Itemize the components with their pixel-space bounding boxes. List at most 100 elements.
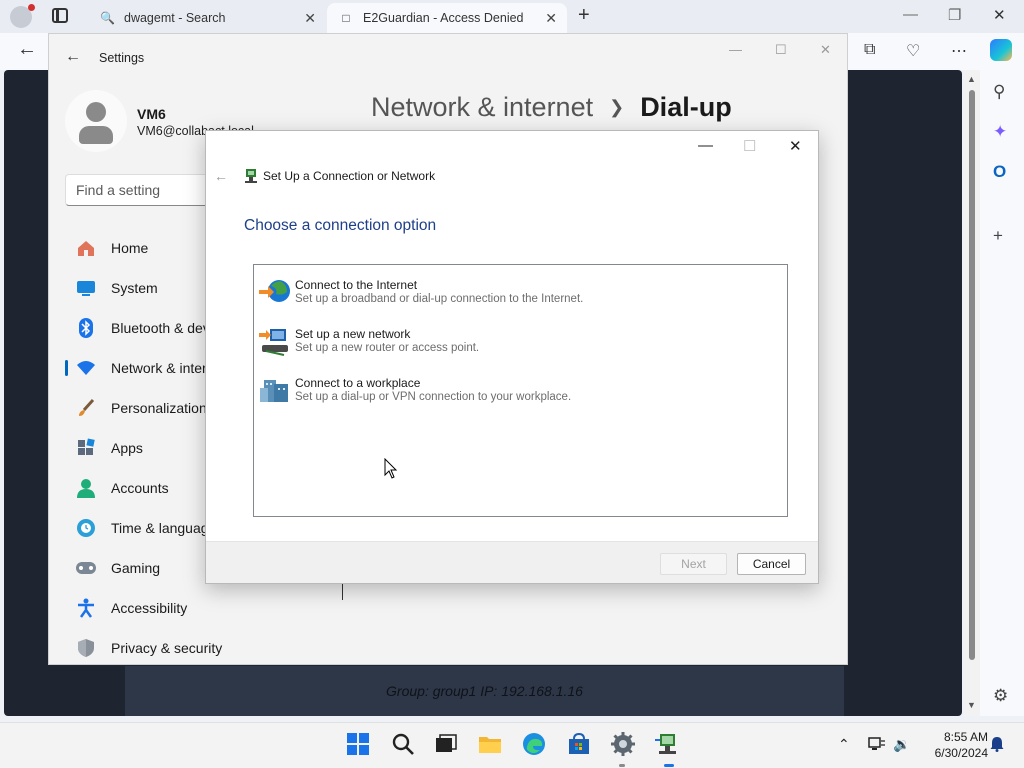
edge-icon[interactable] (521, 731, 547, 757)
option-connect-workplace[interactable]: Connect to a workplace Set up a dial-up … (258, 372, 778, 416)
page-scrollbar[interactable]: ▲ ▼ (964, 70, 980, 716)
option-description: Set up a dial-up or VPN connection to yo… (295, 391, 572, 403)
search-icon[interactable] (390, 731, 416, 757)
clock-date: 6/30/2024 (934, 746, 988, 760)
sidebar-item-label: Apps (111, 440, 143, 456)
tab-access-denied[interactable]: □ E2Guardian - Access Denied ✕ (327, 3, 567, 33)
account-icon (75, 477, 97, 499)
scroll-up-icon[interactable]: ▲ (967, 74, 976, 84)
back-arrow-icon[interactable]: ← (65, 48, 81, 66)
option-title: Set up a new network (295, 327, 411, 341)
sidebar-item-label: Gaming (111, 560, 161, 576)
cancel-button[interactable]: Cancel (737, 553, 806, 575)
chevron-up-icon[interactable]: ⌃ (838, 736, 850, 753)
sidebar-item-label: Home (111, 240, 149, 256)
volume-icon[interactable]: 🔉 (893, 736, 910, 753)
search-icon[interactable]: ⚲ (993, 82, 1005, 102)
file-explorer-icon[interactable] (477, 731, 503, 757)
sidebar-item-label: Time & language (111, 520, 217, 536)
close-window-button[interactable]: ✕ (993, 6, 1006, 24)
sidebar-item-privacy[interactable]: Privacy & security (65, 630, 315, 666)
text-cursor (342, 582, 343, 600)
gear-icon[interactable]: ⚙ (993, 686, 1008, 706)
dialog-title: Set Up a Connection or Network (263, 169, 436, 183)
globe-clock-icon (75, 517, 97, 539)
store-icon[interactable] (566, 731, 592, 757)
network-setup-icon[interactable] (654, 731, 680, 757)
clock-time: 8:55 AM (943, 730, 988, 744)
breadcrumb: Network & internet ❯ Dial-up (371, 92, 732, 123)
close-button[interactable]: ✕ (789, 137, 802, 155)
tab-actions-icon[interactable] (52, 8, 68, 23)
option-description: Set up a new router or access point. (295, 342, 480, 354)
more-options-icon[interactable]: ⋯ (951, 41, 967, 61)
dialog-heading: Choose a connection option (244, 217, 437, 234)
system-icon (75, 277, 97, 299)
globe-internet-icon (259, 280, 290, 302)
next-button[interactable]: Next (660, 553, 727, 575)
workplace-icon (260, 380, 288, 402)
home-icon (75, 237, 97, 259)
sidebar-item-label: Accessibility (111, 600, 188, 616)
bluetooth-icon (75, 317, 97, 339)
maximize-button[interactable]: ☐ (775, 42, 787, 58)
network-status-icon[interactable] (868, 736, 886, 752)
connection-wizard-dialog: — ☐ ✕ ← Set Up a Connection or Network C… (205, 130, 819, 584)
scroll-down-icon[interactable]: ▼ (967, 700, 976, 710)
option-new-network[interactable]: Set up a new network Set up a new router… (258, 323, 778, 367)
collections-icon[interactable]: ⧉ (864, 41, 875, 59)
option-title: Connect to the Internet (295, 278, 418, 292)
minimize-button[interactable]: — (698, 137, 713, 154)
dialog-footer: Next Cancel (206, 541, 818, 583)
copilot-icon[interactable] (990, 39, 1012, 61)
page-title: Dial-up (640, 92, 732, 122)
add-icon[interactable]: + (993, 226, 1003, 246)
user-name: VM6 (137, 106, 166, 122)
minimize-button[interactable]: — (903, 6, 918, 23)
sidebar-item-accessibility[interactable]: Accessibility (65, 590, 315, 626)
profile-avatar-icon[interactable] (10, 4, 35, 28)
settings-icon[interactable] (610, 731, 636, 757)
connection-options-list: Connect to the Internet Set up a broadba… (253, 264, 788, 517)
browser-tab-bar: 🔍 dwagemt - Search ✕ □ E2Guardian - Acce… (0, 0, 1024, 33)
page-icon: □ (342, 11, 350, 25)
start-icon[interactable] (345, 731, 371, 757)
option-connect-internet[interactable]: Connect to the Internet Set up a broadba… (258, 274, 778, 318)
sidebar-item-label: Personalization (111, 400, 207, 416)
tab-label: dwagemt - Search (124, 11, 226, 25)
new-network-icon (259, 329, 288, 356)
tab-search[interactable]: 🔍 dwagemt - Search ✕ (88, 3, 326, 33)
minimize-button[interactable]: — (729, 42, 742, 57)
notification-bell-icon[interactable] (990, 736, 1004, 752)
breadcrumb-parent[interactable]: Network & internet (371, 92, 593, 123)
network-setup-icon (245, 169, 257, 183)
wifi-icon (75, 357, 97, 379)
window-title: Settings (99, 51, 145, 65)
copilot-sidebar-icon[interactable]: ✦ (993, 122, 1007, 142)
outlook-icon[interactable]: O (993, 162, 1006, 182)
sidebar-item-label: Privacy & security (111, 640, 223, 656)
search-icon: 🔍 (100, 11, 115, 25)
brush-icon (75, 397, 97, 419)
page-status-text: Group: group1 IP: 192.168.1.16 (125, 666, 844, 716)
apps-icon (75, 437, 97, 459)
close-tab-icon[interactable]: ✕ (545, 10, 557, 27)
accessibility-icon (75, 597, 97, 619)
chevron-right-icon: ❯ (609, 97, 625, 117)
back-arrow-icon: ← (214, 168, 228, 184)
active-indicator (664, 764, 674, 767)
tab-label: E2Guardian - Access Denied (363, 11, 524, 25)
back-button[interactable]: ← (17, 38, 37, 61)
close-tab-icon[interactable]: ✕ (304, 10, 316, 27)
close-button[interactable]: ✕ (820, 42, 831, 58)
avatar[interactable] (65, 90, 127, 152)
option-title: Connect to a workplace (295, 376, 421, 390)
new-tab-button[interactable]: + (578, 4, 590, 27)
scrollbar-thumb[interactable] (969, 90, 975, 660)
browser-essentials-icon[interactable]: ♡ (906, 41, 920, 61)
system-clock[interactable]: 8:55 AM 6/30/2024 (918, 729, 988, 761)
restore-button[interactable]: ❐ (948, 6, 961, 24)
mouse-pointer-icon (384, 458, 398, 479)
task-view-icon[interactable] (433, 731, 459, 757)
running-indicator (619, 764, 625, 767)
